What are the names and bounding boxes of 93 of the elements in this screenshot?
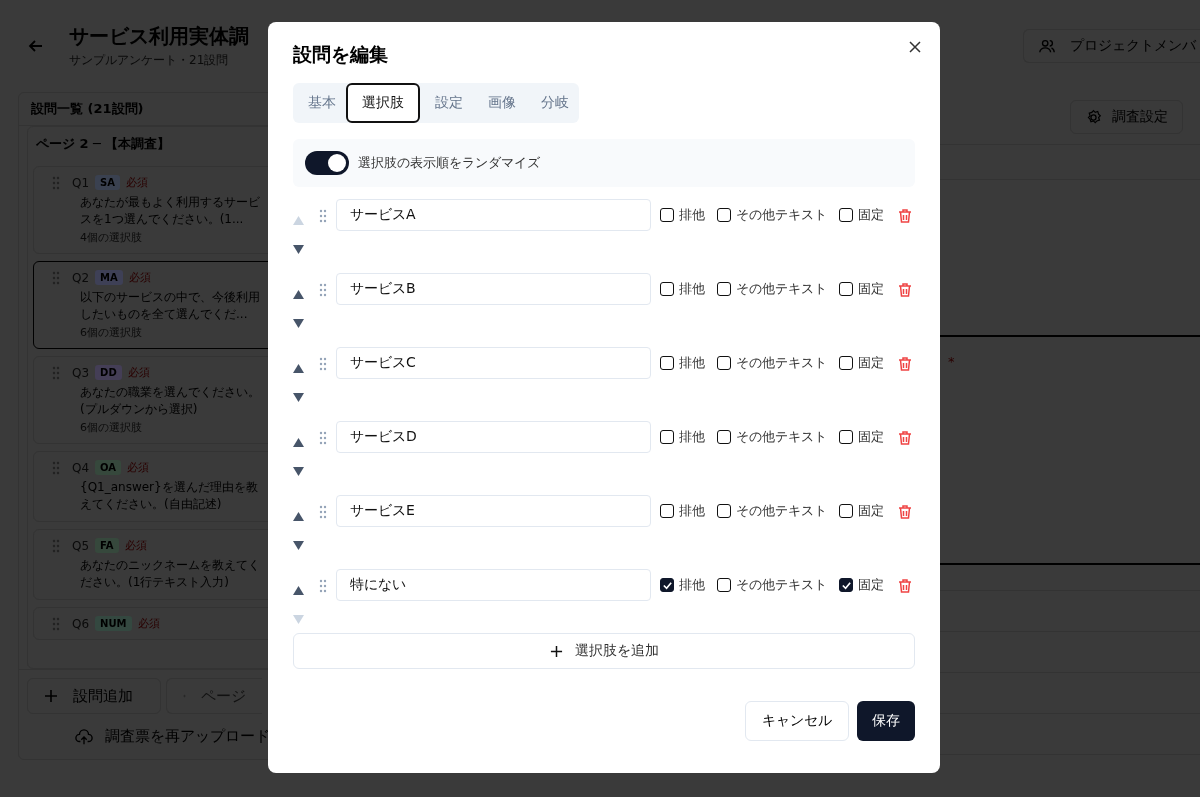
- move-down-icon[interactable]: [293, 318, 304, 329]
- checkbox[interactable]: [839, 578, 853, 592]
- drag-handle-icon[interactable]: [319, 283, 327, 297]
- drag-handle-icon[interactable]: [319, 431, 327, 445]
- drag-handle-icon[interactable]: [52, 460, 60, 475]
- checkbox-label: その他テキスト: [736, 502, 827, 520]
- option-input[interactable]: 特にない: [336, 569, 651, 601]
- page-label: ページ 2 ─ 【本調査】: [35, 135, 172, 153]
- checkbox[interactable]: [839, 430, 853, 444]
- trash-icon[interactable]: [897, 504, 913, 520]
- checkbox-label: 排他: [679, 502, 705, 520]
- checkbox[interactable]: [660, 504, 674, 518]
- checkbox[interactable]: [660, 208, 674, 222]
- checkbox-label: 排他: [679, 354, 705, 372]
- checkbox-label: 固定: [858, 354, 884, 372]
- drag-handle-icon[interactable]: [319, 579, 327, 593]
- cloud-upload-icon: [75, 727, 93, 746]
- checkbox[interactable]: [660, 356, 674, 370]
- checkbox-label: その他テキスト: [736, 206, 827, 224]
- checkbox-label: その他テキスト: [736, 428, 827, 446]
- move-up-icon[interactable]: [293, 437, 304, 448]
- randomize-label: 選択肢の表示順をランダマイズ: [358, 154, 540, 172]
- checkbox[interactable]: [839, 208, 853, 222]
- drag-handle-icon[interactable]: [52, 365, 60, 380]
- checkbox-label: 固定: [858, 502, 884, 520]
- checkbox-label: その他テキスト: [736, 576, 827, 594]
- type-badge: FA: [95, 538, 119, 553]
- checkbox[interactable]: [839, 504, 853, 518]
- cancel-button[interactable]: キャンセル: [745, 701, 849, 741]
- checkbox[interactable]: [717, 282, 731, 296]
- checkbox-label: 排他: [679, 280, 705, 298]
- checkbox[interactable]: [717, 504, 731, 518]
- checkbox[interactable]: [839, 282, 853, 296]
- move-down-icon[interactable]: [293, 392, 304, 403]
- type-badge: OA: [95, 460, 122, 475]
- checkbox-label: その他テキスト: [736, 280, 827, 298]
- option-input[interactable]: サービスA: [336, 199, 651, 231]
- randomize-toggle[interactable]: [305, 151, 349, 175]
- checkbox-label: その他テキスト: [736, 354, 827, 372]
- trash-icon[interactable]: [897, 208, 913, 224]
- type-badge: DD: [95, 365, 122, 380]
- move-down-icon[interactable]: [293, 540, 304, 551]
- drag-handle-icon[interactable]: [52, 616, 60, 631]
- type-badge: SA: [95, 175, 121, 190]
- checkbox[interactable]: [717, 356, 731, 370]
- checkbox-label: 排他: [679, 206, 705, 224]
- move-up-icon[interactable]: [293, 585, 304, 596]
- required-mark: *: [948, 354, 955, 369]
- drag-handle-icon[interactable]: [319, 357, 327, 371]
- tab[interactable]: 選択肢: [346, 83, 420, 123]
- checkbox[interactable]: [839, 356, 853, 370]
- dialog-title: 設問を編集: [293, 42, 389, 67]
- page-title: サービス利用実体調: [69, 23, 249, 50]
- trash-icon[interactable]: [897, 430, 913, 446]
- checkbox-label: 固定: [858, 206, 884, 224]
- checkbox[interactable]: [660, 430, 674, 444]
- drag-handle-icon[interactable]: [319, 209, 327, 223]
- checkbox[interactable]: [717, 430, 731, 444]
- checkbox[interactable]: [717, 578, 731, 592]
- checkbox-label: 固定: [858, 280, 884, 298]
- tab[interactable]: 画像: [473, 83, 526, 123]
- tab[interactable]: 設定: [420, 83, 473, 123]
- save-button[interactable]: 保存: [857, 701, 915, 741]
- gear-icon: [1085, 108, 1102, 126]
- checkbox-label: 排他: [679, 428, 705, 446]
- option-input[interactable]: サービスD: [336, 421, 651, 453]
- checkbox-label: 固定: [858, 576, 884, 594]
- option-input[interactable]: サービスE: [336, 495, 651, 527]
- type-badge: MA: [95, 270, 123, 285]
- people-icon: [1038, 37, 1056, 55]
- tab[interactable]: 分岐: [526, 83, 579, 123]
- drag-handle-icon[interactable]: [52, 270, 60, 285]
- option-input[interactable]: サービスB: [336, 273, 651, 305]
- trash-icon[interactable]: [897, 282, 913, 298]
- drag-handle-icon[interactable]: [52, 175, 60, 190]
- type-badge: NUM: [95, 616, 132, 631]
- drag-handle-icon[interactable]: [319, 505, 327, 519]
- move-down-icon[interactable]: [293, 244, 304, 255]
- move-down-icon[interactable]: [293, 466, 304, 477]
- close-icon[interactable]: [909, 41, 921, 53]
- drag-handle-icon[interactable]: [52, 538, 60, 553]
- checkbox-label: 固定: [858, 428, 884, 446]
- checkbox[interactable]: [660, 578, 674, 592]
- add-option-button[interactable]: 選択肢を追加: [293, 633, 915, 669]
- checkbox-label: 排他: [679, 576, 705, 594]
- checkbox[interactable]: [717, 208, 731, 222]
- move-up-icon[interactable]: [293, 363, 304, 374]
- checkbox[interactable]: [660, 282, 674, 296]
- trash-icon[interactable]: [897, 356, 913, 372]
- move-up-icon[interactable]: [293, 511, 304, 522]
- option-input[interactable]: サービスC: [336, 347, 651, 379]
- move-up-icon[interactable]: [293, 289, 304, 300]
- trash-icon[interactable]: [897, 578, 913, 594]
